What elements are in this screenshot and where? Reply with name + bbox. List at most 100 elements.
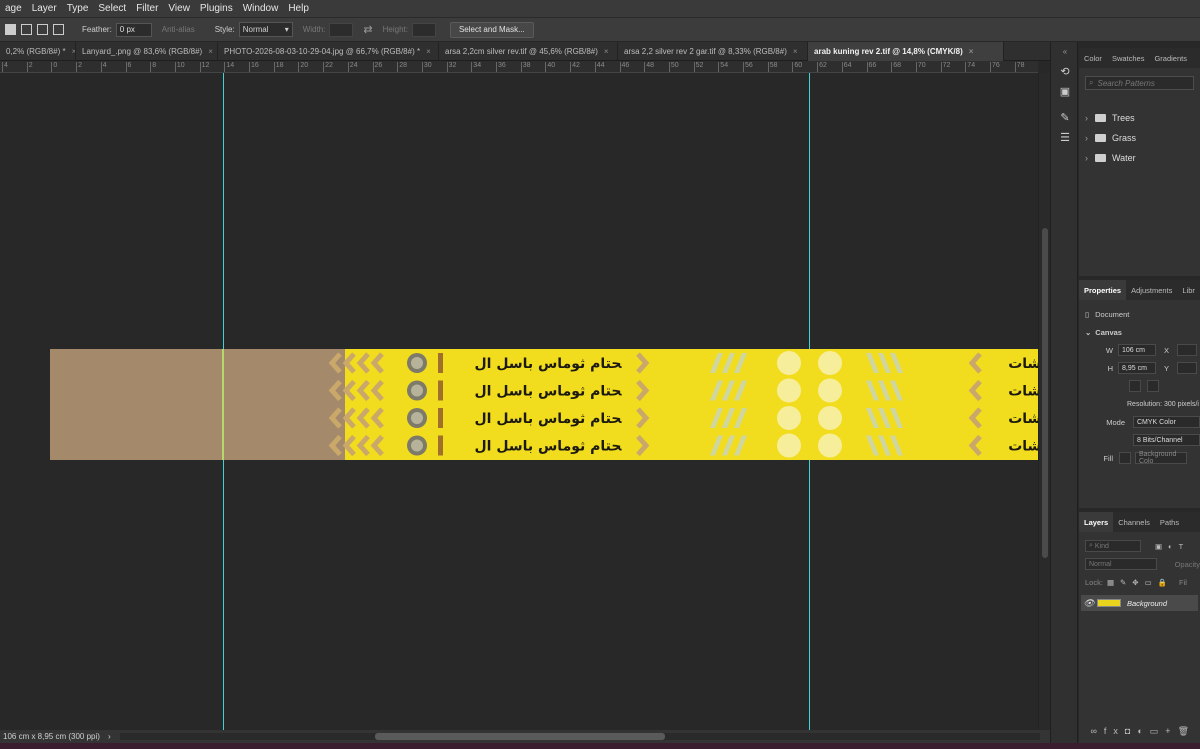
canvas-height-field[interactable]: 8,95 cm: [1118, 362, 1156, 374]
pattern-folder[interactable]: › Water: [1079, 148, 1200, 168]
horizontal-ruler[interactable]: 4 2 0 2 4 6 8 10 12 14 16 18 20 22 24 26 28 30 32 34 36 38 40 4…: [0, 61, 1038, 73]
fill-dropdown[interactable]: Background Colo: [1135, 451, 1187, 465]
tab-document[interactable]: arsa 2,2cm silver rev.tif @ 45,6% (RGB/8…: [439, 42, 618, 61]
height-field[interactable]: [411, 22, 436, 37]
pattern-search-input[interactable]: ⌕ Search Patterns: [1085, 76, 1194, 90]
vertical-scrollbar[interactable]: [1038, 73, 1050, 730]
ruler-tick-label: 50: [668, 62, 679, 72]
status-bar: 106 cm x 8,95 cm (300 ppi) ›: [0, 730, 1050, 743]
history-icon[interactable]: ⟲: [1058, 66, 1072, 78]
fill-swatch[interactable]: [1119, 452, 1131, 464]
brush-icon[interactable]: ✎: [1058, 112, 1072, 124]
tab-label: arsa 2,2 silver rev 2 gar.tif @ 8,33% (R…: [624, 47, 787, 56]
feather-field[interactable]: 0 px: [115, 22, 152, 37]
canvas-width-field[interactable]: 106 cm: [1118, 344, 1156, 356]
scroll-thumb[interactable]: [375, 733, 665, 740]
lock-icons[interactable]: ▦✎✥▭🔒: [1107, 578, 1173, 587]
layer-actions[interactable]: ∞fx◘◐▭+🗑: [1091, 726, 1196, 737]
height-row: H 8,95 cm Y: [1079, 359, 1200, 377]
chevron-right-icon: ›: [1085, 133, 1088, 143]
eye-icon[interactable]: 👁: [1081, 598, 1097, 609]
menu-image[interactable]: age: [0, 3, 27, 14]
scroll-thumb[interactable]: [1042, 228, 1048, 558]
document-label: Document: [1095, 309, 1130, 319]
lanyard-artwork: ﺤﺘﺎم ﺛﻮﻣﺎس ﺑﺎﺳﻞ ﺍﻝ ﺸﺎت ﺤﺘﺎم ﺛﻮﻣﺎس ﺑﺎﺳﻞ ﺍﻝ ﺸ…: [50, 349, 1038, 460]
blend-mode-dropdown[interactable]: Normal: [1085, 558, 1157, 570]
chevron-down-icon: ⌄: [1085, 327, 1092, 337]
chevron-right-icon: ›: [1085, 153, 1088, 163]
ruler-tick-label: 4: [2, 62, 8, 72]
add-selection-icon[interactable]: [21, 24, 32, 35]
comment-icon[interactable]: ▣: [1058, 86, 1072, 98]
select-and-mask-button[interactable]: Select and Mask...: [449, 21, 534, 38]
close-icon[interactable]: ×: [793, 47, 798, 56]
tab-swatches[interactable]: Swatches: [1107, 48, 1150, 68]
style-dropdown[interactable]: Normal ▾: [238, 22, 293, 37]
antialias-label[interactable]: Anti-alias: [162, 25, 195, 34]
tab-libraries[interactable]: Libr: [1177, 280, 1200, 300]
properties-panel: Properties Adjustments Libr ▯ Document ⌄ C…: [1079, 280, 1200, 508]
bits-dropdown[interactable]: 8 Bits/Channel: [1133, 434, 1200, 446]
pattern-folder[interactable]: › Grass: [1079, 128, 1200, 148]
swap-icon[interactable]: ⇄: [363, 23, 372, 36]
tab-document[interactable]: arsa 2,2 silver rev 2 gar.tif @ 8,33% (R…: [618, 42, 808, 61]
close-icon[interactable]: ×: [969, 47, 974, 56]
filter-icons[interactable]: ▣◐T: [1155, 542, 1189, 551]
document-icon: ▯: [1085, 309, 1090, 319]
search-icon: ⌕: [1089, 78, 1094, 87]
folder-icon: [1095, 134, 1106, 142]
menu-view[interactable]: View: [163, 3, 195, 14]
blend-row: Normal Opacity: [1079, 555, 1200, 573]
orientation-row: [1079, 377, 1200, 395]
menu-layer[interactable]: Layer: [27, 3, 62, 14]
menu-window[interactable]: Window: [238, 3, 284, 14]
canvas-x-field[interactable]: [1177, 344, 1198, 356]
menu-select[interactable]: Select: [93, 3, 131, 14]
document-tabs: 0,2% (RGB/8#) * × Lanyard_.png @ 83,6% (R…: [0, 42, 1050, 61]
ruler-tick-label: 24: [347, 62, 358, 72]
menu-filter[interactable]: Filter: [131, 3, 163, 14]
intersect-selection-icon[interactable]: [53, 24, 64, 35]
new-selection-icon[interactable]: [5, 24, 16, 35]
bead-circle: [818, 433, 842, 458]
seal-inner: [411, 384, 423, 397]
tab-properties[interactable]: Properties: [1079, 280, 1127, 300]
close-icon[interactable]: ×: [426, 47, 431, 56]
tab-channels[interactable]: Channels: [1113, 512, 1155, 532]
ruler-tick-label: 74: [965, 62, 975, 72]
menu-help[interactable]: Help: [283, 3, 314, 14]
tab-layers[interactable]: Layers: [1079, 512, 1114, 532]
tab-adjustments[interactable]: Adjustments: [1126, 280, 1177, 300]
layer-kind-filter[interactable]: ⌕ Kind: [1085, 540, 1141, 552]
horizontal-scrollbar[interactable]: [120, 733, 1040, 740]
pattern-folder[interactable]: › Trees: [1079, 108, 1200, 128]
collapse-icon[interactable]: «: [1058, 46, 1072, 58]
tab-document-active[interactable]: arab kuning rev 2.tif @ 14,8% (CMYK/8) ×: [808, 42, 1004, 61]
document-info[interactable]: 106 cm x 8,95 cm (300 ppi): [3, 732, 100, 741]
mode-dropdown[interactable]: CMYK Color: [1133, 416, 1200, 428]
ruler-tick-label: 6: [125, 62, 131, 72]
menu-type[interactable]: Type: [62, 3, 94, 14]
adjust-icon[interactable]: ☰: [1058, 132, 1072, 144]
landscape-icon[interactable]: [1147, 380, 1159, 392]
close-icon[interactable]: ×: [208, 47, 213, 56]
menu-plugins[interactable]: Plugins: [195, 3, 238, 14]
tab-gradients[interactable]: Gradients: [1149, 48, 1192, 68]
close-icon[interactable]: ×: [604, 47, 609, 56]
status-arrow-icon[interactable]: ›: [108, 732, 111, 741]
subtract-selection-icon[interactable]: [37, 24, 48, 35]
canvas-section[interactable]: ⌄ Canvas: [1079, 323, 1200, 341]
tab-color[interactable]: Color: [1079, 48, 1107, 68]
tab-document[interactable]: PHOTO-2026-08-03-10-29-04.jpg @ 66,7% (R…: [218, 42, 439, 61]
canvas-y-field[interactable]: [1177, 362, 1198, 374]
width-row: W 106 cm X: [1079, 341, 1200, 359]
layer-name: Background: [1127, 598, 1168, 608]
tab-document[interactable]: 0,2% (RGB/8#) * ×: [0, 42, 76, 61]
tab-document[interactable]: Lanyard_.png @ 83,6% (RGB/8#) ×: [76, 42, 218, 61]
width-field[interactable]: [329, 22, 354, 37]
layer-background[interactable]: 👁 Background: [1081, 595, 1198, 611]
portrait-icon[interactable]: [1129, 380, 1141, 392]
ruler-tick-label: 12: [199, 62, 209, 72]
tab-paths[interactable]: Paths: [1155, 512, 1184, 532]
canvas-area[interactable]: ﺤﺘﺎم ﺛﻮﻣﺎس ﺑﺎﺳﻞ ﺍﻝ ﺸﺎت ﺤﺘﺎم ﺛﻮﻣﺎس ﺑﺎﺳﻞ ﺍﻝ ﺸ…: [0, 73, 1038, 730]
